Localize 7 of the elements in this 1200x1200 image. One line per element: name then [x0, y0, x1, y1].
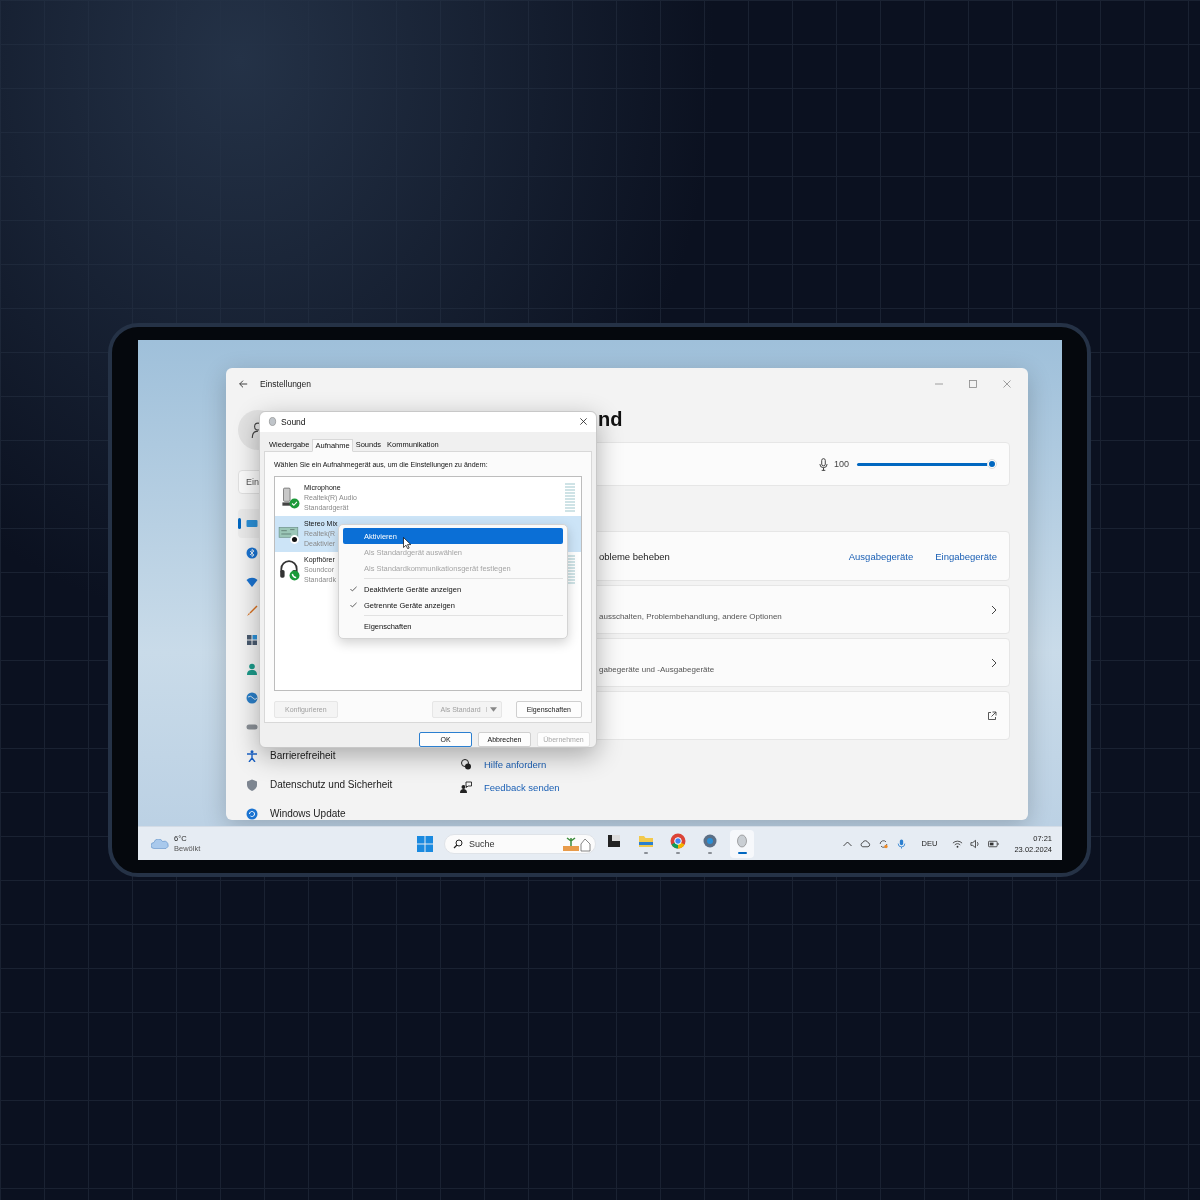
page-heading: nd	[598, 407, 623, 432]
row-subtitle: ausschalten, Problembehandlung, andere Optionen	[599, 612, 782, 621]
dialog-title: Sound	[281, 416, 306, 427]
window-title: Einstellungen	[260, 379, 312, 389]
volume-value: 100	[833, 459, 849, 469]
troubleshoot-label: obleme beheben	[599, 550, 670, 562]
row-subtitle: gabegeräte und -Ausgabegeräte	[599, 665, 715, 674]
